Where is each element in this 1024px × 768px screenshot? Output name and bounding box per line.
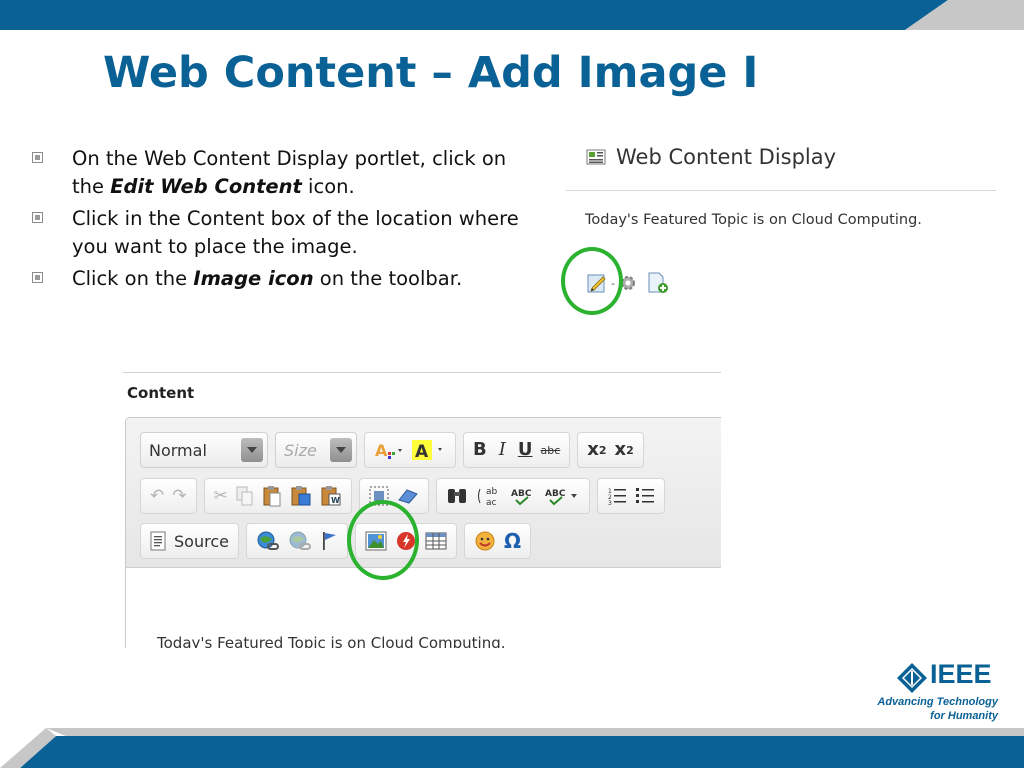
top-banner	[0, 0, 1024, 30]
editor-box: Normal Size A A B I U abc x 2 x 2 ↶ ↷ ✂ …	[125, 417, 721, 648]
eraser-icon[interactable]	[397, 488, 419, 504]
script-group: x2 x2	[577, 432, 644, 468]
special-group: Ω	[463, 523, 531, 559]
superscript-label: x	[614, 439, 627, 460]
add-web-content-icon[interactable]	[646, 272, 670, 294]
italic-button[interactable]: I	[495, 441, 510, 459]
bullet-item: Click in the Content box of the location…	[32, 205, 532, 261]
bullet-text: Click on the	[72, 267, 194, 290]
svg-text:3: 3	[608, 500, 612, 506]
editor-divider	[123, 372, 721, 373]
ieee-tagline: Advancing Technology	[877, 696, 998, 708]
format-select[interactable]: Normal	[140, 432, 268, 468]
svg-text:W: W	[331, 496, 340, 505]
underline-button[interactable]: U	[518, 441, 533, 459]
bullet-text: Click in the Content box of the location…	[72, 207, 519, 258]
web-content-display-portlet: Web Content Display Today's Featured Top…	[561, 135, 998, 325]
bottom-banner	[0, 728, 1024, 768]
portlet-body-text: Today's Featured Topic is on Cloud Compu…	[585, 212, 922, 228]
undo-icon[interactable]: ↶	[150, 487, 164, 505]
text-color-button[interactable]: A	[374, 440, 404, 460]
portlet-title: Web Content Display	[616, 145, 837, 169]
paste-icon[interactable]	[262, 485, 282, 507]
svg-text:A: A	[375, 441, 388, 460]
redo-icon[interactable]: ↷	[172, 487, 186, 505]
bullet-emphasis: Edit Web Content	[110, 175, 302, 198]
text-color-icon: A	[375, 441, 402, 460]
clipboard-group: ✂ W	[203, 478, 352, 514]
bullet-text: icon.	[301, 175, 355, 198]
link-icon[interactable]	[256, 530, 280, 552]
bullet-marker	[32, 152, 43, 163]
basic-styles-group: B I U abc	[463, 432, 571, 468]
link-group	[245, 523, 348, 559]
bullet-marker	[32, 272, 43, 283]
subscript-mark: 2	[598, 443, 607, 457]
paste-text-icon[interactable]	[290, 485, 312, 507]
portlet-header: Web Content Display	[586, 145, 836, 169]
bullet-item: Click on the Image icon on the toolbar.	[32, 265, 532, 293]
content-text-area[interactable]: Today's Featured Topic is on Cloud Compu…	[157, 634, 506, 648]
bullet-emphasis: Image icon	[193, 267, 314, 290]
format-select-value: Normal	[149, 440, 207, 460]
strikethrough-button[interactable]: abc	[540, 445, 560, 456]
editor-toolbar: Normal Size A A B I U abc x 2 x 2 ↶ ↷ ✂ …	[126, 418, 721, 568]
unlink-icon[interactable]	[288, 530, 312, 552]
portlet-divider	[566, 190, 996, 191]
anchor-flag-icon[interactable]	[320, 530, 338, 552]
highlight-circle	[561, 247, 623, 315]
bold-button[interactable]: B	[473, 441, 487, 459]
numbered-list-icon[interactable]: 123	[607, 486, 627, 506]
color-group: A A	[364, 432, 456, 468]
spellcheck-icon[interactable]: ABC	[510, 485, 536, 507]
svg-text:ABC: ABC	[511, 489, 532, 499]
chevron-down-icon	[241, 438, 263, 462]
spellcheck-as-you-type-icon[interactable]: ABC	[544, 485, 580, 507]
svg-text:A: A	[415, 442, 429, 461]
portlet-icon	[586, 149, 606, 165]
ieee-diamond-icon	[897, 663, 927, 693]
ieee-logo-text: IEEE	[930, 659, 992, 689]
special-character-button[interactable]: Ω	[504, 531, 521, 551]
content-label: Content	[127, 384, 195, 402]
bullet-list: On the Web Content Display portlet, clic…	[32, 145, 532, 297]
list-group: 123	[596, 478, 665, 514]
ieee-logo: IEEE Advancing Technology for Humanity	[877, 659, 1004, 722]
superscript-mark: 2	[626, 443, 634, 457]
paste-from-word-icon[interactable]: W	[320, 485, 342, 507]
superscript-button[interactable]: x2	[615, 441, 634, 459]
svg-text:ABC: ABC	[545, 489, 566, 499]
bullet-marker	[32, 212, 43, 223]
content-editor: Content Normal Size A A B I U abc x 2 x …	[123, 370, 721, 648]
svg-text:ac: ac	[486, 498, 497, 507]
subscript-label: x	[587, 439, 599, 460]
undo-group: ↶ ↷	[140, 478, 197, 514]
toolbar-row: Source Ω	[140, 523, 531, 559]
source-button[interactable]: Source	[140, 523, 239, 559]
table-icon[interactable]	[425, 531, 447, 551]
find-group: ab ac ABC ABC	[435, 478, 590, 514]
subscript-button[interactable]: x2	[587, 441, 606, 459]
font-size-select[interactable]: Size	[275, 432, 357, 468]
smiley-icon[interactable]	[474, 530, 496, 552]
find-icon[interactable]	[446, 486, 468, 506]
bulleted-list-icon[interactable]	[635, 486, 655, 506]
bullet-item: On the Web Content Display portlet, clic…	[32, 145, 532, 201]
toolbar-row: Normal Size A A B I U abc x 2 x 2	[140, 432, 644, 468]
highlight-circle	[347, 500, 419, 580]
ieee-tagline: for Humanity	[930, 710, 998, 722]
background-color-button[interactable]: A	[412, 439, 446, 461]
chevron-down-icon	[330, 438, 352, 462]
slide-title: Web Content – Add Image I	[103, 48, 759, 98]
replace-icon[interactable]: abac	[476, 485, 502, 507]
background-color-icon: A	[412, 440, 442, 461]
copy-icon[interactable]	[236, 486, 254, 506]
font-size-placeholder: Size	[284, 440, 317, 460]
svg-text:ab: ab	[486, 487, 498, 497]
source-icon	[150, 531, 166, 551]
cut-icon[interactable]: ✂	[214, 487, 228, 505]
bullet-text: on the toolbar.	[313, 267, 463, 290]
source-label: Source	[174, 531, 229, 551]
